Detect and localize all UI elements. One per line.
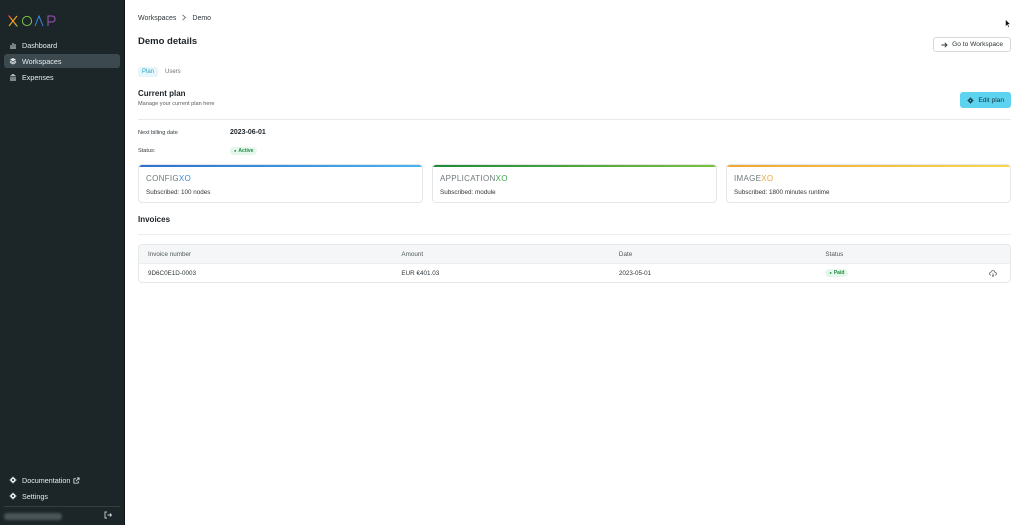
product-subscription: Subscribed: module <box>440 189 496 196</box>
product-subscription: Subscribed: 1800 minutes runtime <box>734 189 830 196</box>
card-accent-bar <box>433 165 716 167</box>
column-header-status[interactable]: Status <box>825 251 975 258</box>
tab-users[interactable]: Users <box>161 67 185 77</box>
current-plan-subtitle: Manage your current plan here <box>138 101 215 107</box>
chevron-right-icon <box>181 14 187 23</box>
sidebar-item-label: Settings <box>22 491 48 501</box>
user-row <box>4 510 120 522</box>
external-link-icon <box>73 476 80 484</box>
gear-icon <box>967 97 974 104</box>
product-name: CONFIGXO <box>146 174 192 183</box>
sidebar-item-dashboard[interactable]: Dashboard <box>4 38 120 52</box>
sidebar-item-workspaces[interactable]: Workspaces <box>4 54 120 68</box>
invoices-table: Invoice number Amount Date Status 9D6C0E… <box>138 244 1011 283</box>
current-plan-title: Current plan <box>138 89 186 98</box>
tab-plan[interactable]: Plan <box>138 67 159 77</box>
sidebar-item-expenses[interactable]: Expenses <box>4 70 120 84</box>
download-cloud-icon[interactable] <box>975 269 1010 277</box>
go-to-workspace-button[interactable]: Go to Workspace <box>933 37 1011 52</box>
gear-icon <box>9 476 17 484</box>
tabs: Plan Users <box>138 67 185 77</box>
breadcrumb-item-demo: Demo <box>192 15 212 22</box>
column-header-date[interactable]: Date <box>619 251 826 258</box>
sidebar-nav: Dashboard Workspaces Expenses <box>4 38 120 86</box>
sidebar-divider <box>4 506 120 507</box>
sidebar-item-settings[interactable]: Settings <box>4 489 120 503</box>
arrow-right-icon <box>941 41 948 48</box>
product-name: IMAGEXO <box>734 174 774 183</box>
status-badge: Active <box>230 147 258 155</box>
sidebar-item-label: Dashboard <box>22 40 58 50</box>
sidebar: Dashboard Workspaces Expenses Documentat… <box>0 0 125 525</box>
table-header: Invoice number Amount Date Status <box>139 245 1010 263</box>
column-header-invoice-number[interactable]: Invoice number <box>139 251 401 258</box>
product-card-imagexo: IMAGEXO Subscribed: 1800 minutes runtime <box>726 164 1011 203</box>
bar-chart-icon <box>9 41 17 49</box>
product-card-applicationxo: APPLICATIONXO Subscribed: module <box>432 164 717 203</box>
status-label: Status: <box>138 148 156 154</box>
invoice-number: 9D6C0E1D-0003 <box>148 269 196 277</box>
card-accent-bar <box>727 165 1010 167</box>
invoice-date: 2023-05-01 <box>618 269 652 277</box>
breadcrumb-item-workspaces[interactable]: Workspaces <box>138 15 176 22</box>
invoice-amount: EUR €401.03 <box>401 269 440 277</box>
main-content: Workspaces Demo Demo details Go to Works… <box>126 0 1024 525</box>
user-email-redacted <box>4 512 62 520</box>
edit-plan-label: Edit plan <box>978 96 1004 104</box>
paid-badge: Paid <box>825 269 849 277</box>
product-cards: CONFIGXO Subscribed: 100 nodes APPLICATI… <box>138 164 1011 203</box>
billing-date-label: Next billing date <box>138 130 178 136</box>
breadcrumb: Workspaces Demo <box>138 14 211 23</box>
table-row[interactable]: 9D6C0E1D-0003 EUR €401.03 2023-05-01 Pai… <box>139 263 1010 282</box>
bank-icon <box>9 73 17 81</box>
xoap-logo-mark <box>8 14 56 27</box>
layers-icon <box>9 57 17 65</box>
xoap-logo[interactable] <box>7 13 67 29</box>
column-header-amount[interactable]: Amount <box>401 251 619 258</box>
invoices-title: Invoices <box>138 215 171 224</box>
product-name: APPLICATIONXO <box>440 174 508 183</box>
sidebar-item-label: Expenses <box>22 72 54 82</box>
sidebar-item-documentation[interactable]: Documentation <box>4 473 120 487</box>
card-accent-bar <box>139 165 422 167</box>
sidebar-item-label: Workspaces <box>22 56 62 66</box>
product-subscription: Subscribed: 100 nodes <box>146 189 211 196</box>
sidebar-bottom-nav: Documentation Settings <box>4 473 120 505</box>
page-title: Demo details <box>138 36 198 47</box>
product-card-configxo: CONFIGXO Subscribed: 100 nodes <box>138 164 423 203</box>
go-to-workspace-label: Go to Workspace <box>952 41 1003 48</box>
logout-icon[interactable] <box>104 511 120 521</box>
edit-plan-button[interactable]: Edit plan <box>960 92 1011 108</box>
divider <box>138 119 1011 120</box>
mouse-cursor-icon <box>1005 19 1011 28</box>
billing-date-value: 2023-06-01 <box>230 129 266 136</box>
gear-icon <box>9 492 17 500</box>
divider <box>138 234 1011 235</box>
sidebar-item-label: Documentation <box>22 475 71 485</box>
